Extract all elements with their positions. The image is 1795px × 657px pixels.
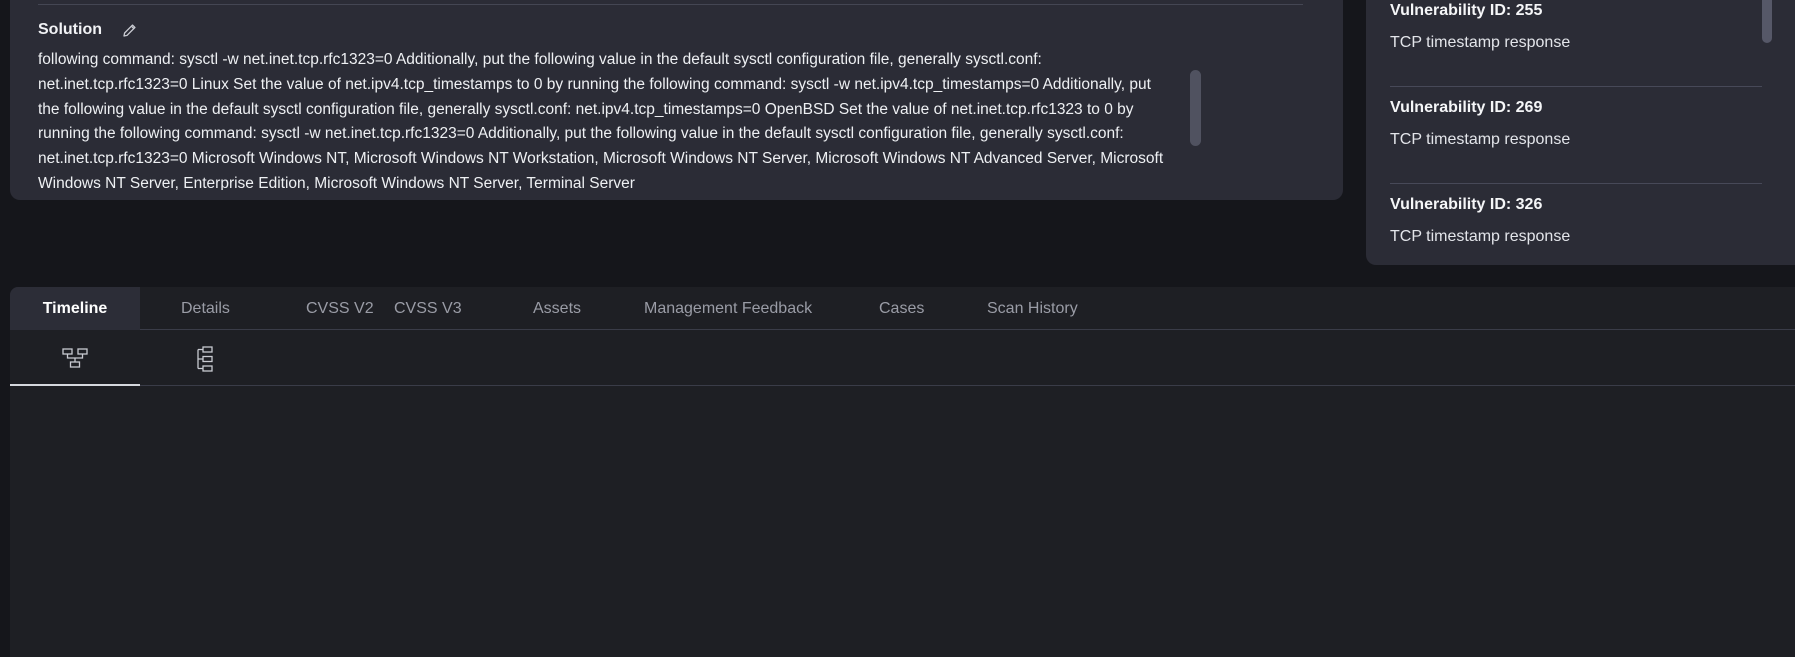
vulnerability-item[interactable]: Vulnerability ID: 326 TCP timestamp resp…: [1390, 184, 1762, 265]
tab-scan-history[interactable]: Scan History: [987, 287, 1127, 330]
vulnerability-id: Vulnerability ID: 326: [1390, 196, 1543, 213]
solution-card: Solution following command: sysctl -w ne…: [10, 0, 1343, 200]
tree-horizontal-icon: [62, 347, 88, 368]
vulnerability-item[interactable]: Vulnerability ID: 269 TCP timestamp resp…: [1390, 87, 1762, 184]
timeline-horizontal-view-button[interactable]: [10, 331, 140, 386]
edit-solution-button[interactable]: [120, 20, 140, 40]
tab-cvss-v3[interactable]: CVSS V3: [394, 287, 533, 330]
timeline-vertical-view-button[interactable]: [140, 331, 270, 386]
vulnerability-id: Vulnerability ID: 269: [1390, 99, 1543, 116]
solution-scrollbar-thumb[interactable]: [1190, 70, 1201, 146]
vulnerability-list-scrollbar-thumb[interactable]: [1762, 0, 1772, 43]
solution-title: Solution: [38, 21, 102, 38]
solution-header: Solution: [38, 18, 140, 42]
vulnerability-id: Vulnerability ID: 255: [1390, 2, 1543, 19]
tab-details[interactable]: Details: [140, 287, 263, 330]
tree-vertical-icon: [197, 345, 213, 372]
tab-cases[interactable]: Cases: [879, 287, 987, 330]
vulnerability-tabs-section: Timeline Details CVSS V2 CVSS V3 Assets …: [10, 287, 1795, 657]
vulnerability-description: TCP timestamp response: [1390, 34, 1571, 51]
vulnerability-list: Vulnerability ID: 255 TCP timestamp resp…: [1390, 0, 1762, 265]
tab-management-feedback[interactable]: Management Feedback: [644, 287, 879, 330]
solution-text: following command: sysctl -w net.inet.tc…: [38, 51, 1164, 190]
vulnerability-item[interactable]: Vulnerability ID: 255 TCP timestamp resp…: [1390, 0, 1762, 87]
divider: [38, 4, 1303, 5]
vulnerability-description: TCP timestamp response: [1390, 228, 1571, 245]
related-vulnerabilities-panel: Vulnerability ID: 255 TCP timestamp resp…: [1366, 0, 1795, 265]
tab-cvss-v2[interactable]: CVSS V2: [263, 287, 394, 330]
pencil-icon: [123, 23, 137, 37]
tab-bar: Timeline Details CVSS V2 CVSS V3 Assets …: [10, 287, 1795, 330]
vulnerability-description: TCP timestamp response: [1390, 131, 1571, 148]
tab-timeline[interactable]: Timeline: [10, 287, 140, 330]
tab-assets[interactable]: Assets: [533, 287, 644, 330]
timeline-view-switcher: [10, 331, 1795, 386]
